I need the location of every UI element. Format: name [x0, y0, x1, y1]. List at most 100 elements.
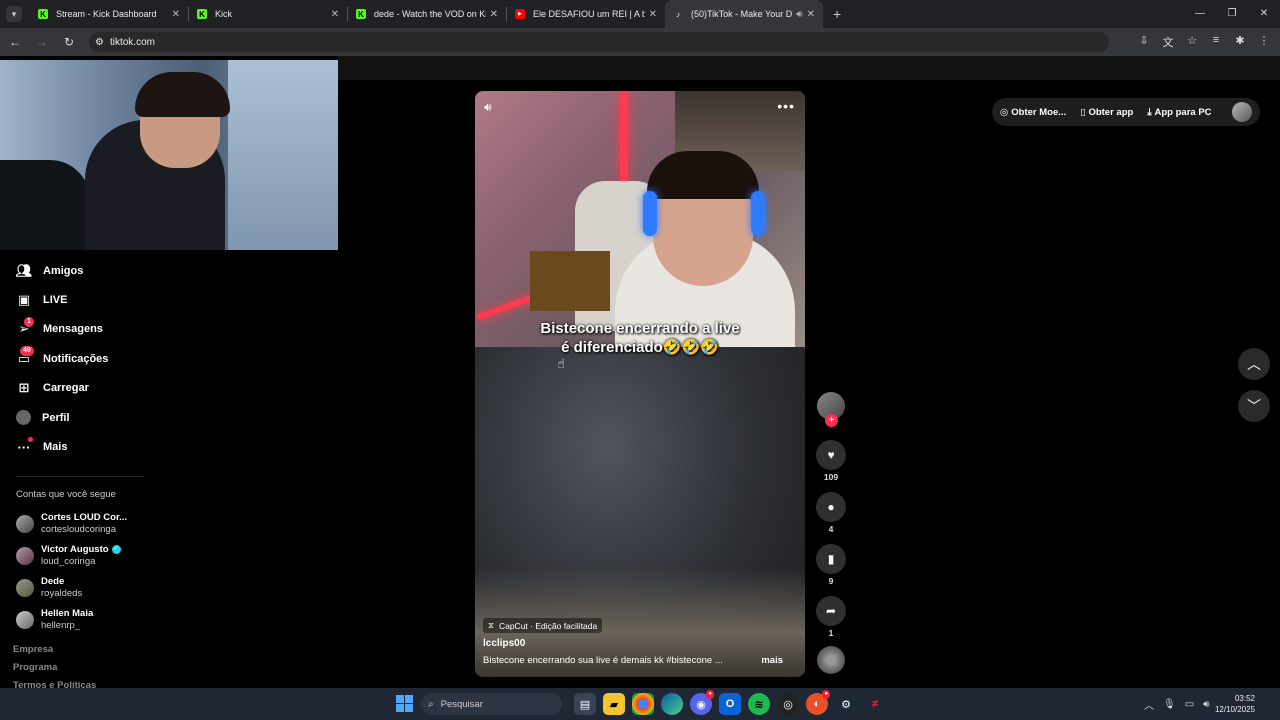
tiktok-page: 👥︎ Amigos ▣ LIVE ➢ 1 Mensagens ▭ 49 Noti…: [0, 56, 1280, 688]
more-button[interactable]: mais: [761, 655, 783, 666]
menu-icon[interactable]: ⋮: [1256, 34, 1272, 50]
volume-icon[interactable]: 🔊︎: [1203, 699, 1209, 710]
footer-link-termos[interactable]: Termos e Políticas: [13, 680, 96, 688]
messages-badge: 1: [24, 316, 34, 327]
avatar: [16, 578, 34, 597]
youtube-icon: ▶: [515, 9, 525, 19]
back-icon[interactable]: ←: [3, 35, 27, 49]
video-player[interactable]: Bistecone encerrando a live é diferencia…: [475, 91, 805, 677]
obs-icon[interactable]: ◎: [777, 693, 799, 715]
save-button[interactable]: ▮: [816, 544, 846, 574]
microphone-icon[interactable]: 🎙︎: [1163, 699, 1176, 710]
close-tab-icon[interactable]: ✕: [649, 9, 657, 20]
pc-app-button[interactable]: ⤓ App para PC: [1147, 107, 1211, 118]
volume-icon[interactable]: 🔊︎: [484, 100, 492, 115]
next-video-button[interactable]: ﹀: [1238, 390, 1270, 422]
media-icon[interactable]: ≡: [1208, 34, 1224, 50]
share-icon: ➦: [825, 604, 837, 618]
comment-icon: ●: [827, 500, 835, 514]
forward-icon[interactable]: →: [30, 35, 54, 49]
video-frame-top: [475, 91, 805, 347]
music-disc[interactable]: [817, 646, 845, 674]
discord-icon[interactable]: ◉ ●: [690, 690, 714, 715]
taskbar-search[interactable]: ⌕ Pesquisar: [421, 693, 562, 715]
video-caption: Bistecone encerrando a live é diferencia…: [540, 320, 740, 356]
followed-account[interactable]: Dede royaldeds: [16, 572, 150, 604]
tiktok-icon: ♪: [676, 9, 680, 19]
browser-tab-bar: ▾ K Stream - Kick Dashboard ✕ K Kick ✕ K…: [0, 0, 1280, 28]
sidebar-item-amigos[interactable]: 👥︎ Amigos: [0, 256, 150, 285]
verified-icon: ✓: [111, 545, 121, 555]
install-icon[interactable]: ⇩: [1136, 34, 1152, 50]
chevron-up-icon[interactable]: ︿: [1144, 697, 1154, 712]
previous-video-button[interactable]: ︿: [1238, 348, 1270, 380]
outlook-icon[interactable]: O: [719, 693, 741, 715]
translate-icon[interactable]: 文: [1160, 34, 1176, 50]
task-view-icon[interactable]: ▤: [574, 693, 596, 715]
footer-link-empresa[interactable]: Empresa: [13, 644, 96, 662]
tab-kick-dashboard[interactable]: K Stream - Kick Dashboard ✕: [30, 0, 188, 28]
discord-badge: ●: [706, 690, 714, 699]
sidebar-nav: 👥︎ Amigos ▣ LIVE ➢ 1 Mensagens ▭ 49 Noti…: [0, 256, 150, 636]
download-icon: ⤓: [1147, 106, 1152, 118]
new-tab-button[interactable]: +: [833, 6, 841, 22]
url-field[interactable]: ⚙︎ tiktok.com: [89, 32, 1109, 52]
speaker-icon[interactable]: 🔊︎: [796, 9, 802, 20]
chrome-icon[interactable]: [632, 693, 654, 715]
tab-tiktok[interactable]: ♪ (50)TikTok - Make Your Day 🔊︎ ✕: [665, 0, 823, 28]
page-header-bar: [338, 56, 1280, 80]
close-tab-icon[interactable]: ✕: [807, 9, 815, 20]
folder-icon[interactable]: ▰: [603, 693, 625, 715]
comment-button[interactable]: ●: [816, 492, 846, 522]
close-window-icon[interactable]: ✕: [1248, 0, 1280, 28]
bookmark-star-icon[interactable]: ☆: [1184, 34, 1200, 50]
like-button[interactable]: ♥: [816, 440, 846, 470]
site-info-icon[interactable]: ⚙︎: [95, 37, 104, 48]
more-options-icon[interactable]: •••: [777, 98, 795, 114]
close-tab-icon[interactable]: ✕: [331, 9, 339, 20]
close-tab-icon[interactable]: ✕: [172, 9, 180, 20]
spotify-icon[interactable]: ≋: [748, 693, 770, 715]
tab-search-button[interactable]: ▾: [6, 6, 22, 22]
creator-avatar[interactable]: +: [817, 392, 845, 427]
share-button[interactable]: ➦: [816, 596, 846, 626]
save-count: 9: [828, 576, 834, 586]
taskbar-clock[interactable]: 03:52 12/10/2025: [1215, 693, 1255, 715]
more-dot: [28, 437, 33, 443]
followed-account[interactable]: Cortes LOUD Cor... cortesloudcoringa: [16, 508, 150, 540]
sidebar-item-mensagens[interactable]: ➢ 1 Mensagens: [0, 315, 150, 344]
sidebar-item-perfil[interactable]: Perfil: [0, 403, 150, 432]
browser-icon[interactable]: ◐ ●: [806, 690, 830, 715]
tab-youtube[interactable]: ▶ Ele DESAFIOU um REI | A batalh ✕: [507, 0, 665, 28]
search-icon: ⌕: [428, 698, 434, 710]
minimize-icon[interactable]: —: [1184, 0, 1216, 28]
followed-account[interactable]: Hellen Maia hellenrp_: [16, 604, 150, 636]
sidebar-item-mais[interactable]: ··· Mais: [0, 432, 150, 461]
get-coins-button[interactable]: ◎ Obter Moe...: [1000, 107, 1066, 118]
capcut-tag[interactable]: ⧖ CapCut · Edição facilitada: [483, 618, 603, 633]
kick-icon: K: [356, 9, 366, 19]
footer-link-programa[interactable]: Programa: [13, 662, 96, 680]
reload-icon[interactable]: ↻: [57, 35, 81, 49]
video-username[interactable]: lcclips00: [483, 638, 525, 649]
like-count: 109: [823, 472, 839, 482]
sidebar-item-live[interactable]: ▣ LIVE: [0, 285, 150, 314]
windows-start-icon[interactable]: [396, 695, 413, 712]
extensions-icon[interactable]: ✱: [1232, 34, 1248, 50]
sidebar-item-carregar[interactable]: ⊞ Carregar: [0, 374, 150, 403]
avatar: [16, 514, 34, 533]
restore-icon[interactable]: ❐: [1216, 0, 1248, 28]
user-avatar[interactable]: [1232, 102, 1252, 122]
follow-plus-icon[interactable]: +: [825, 414, 838, 427]
sidebar-item-notificacoes[interactable]: ▭ 49 Notificações: [0, 344, 150, 373]
followed-account[interactable]: Victor Augusto ✓ loud_coringa: [16, 540, 150, 572]
notifications-badge: 49: [20, 346, 34, 357]
get-app-button[interactable]: ▯ Obter app: [1080, 107, 1133, 118]
app-icon[interactable]: ≠: [864, 693, 886, 715]
tab-kick-vod[interactable]: K dede - Watch the VOD on Kick ✕: [348, 0, 506, 28]
close-tab-icon[interactable]: ✕: [490, 9, 498, 20]
edge-icon[interactable]: [661, 693, 683, 715]
network-icon[interactable]: ▭: [1185, 699, 1194, 710]
steam-icon[interactable]: ⚙︎: [835, 693, 857, 715]
tab-kick[interactable]: K Kick ✕: [189, 0, 347, 28]
